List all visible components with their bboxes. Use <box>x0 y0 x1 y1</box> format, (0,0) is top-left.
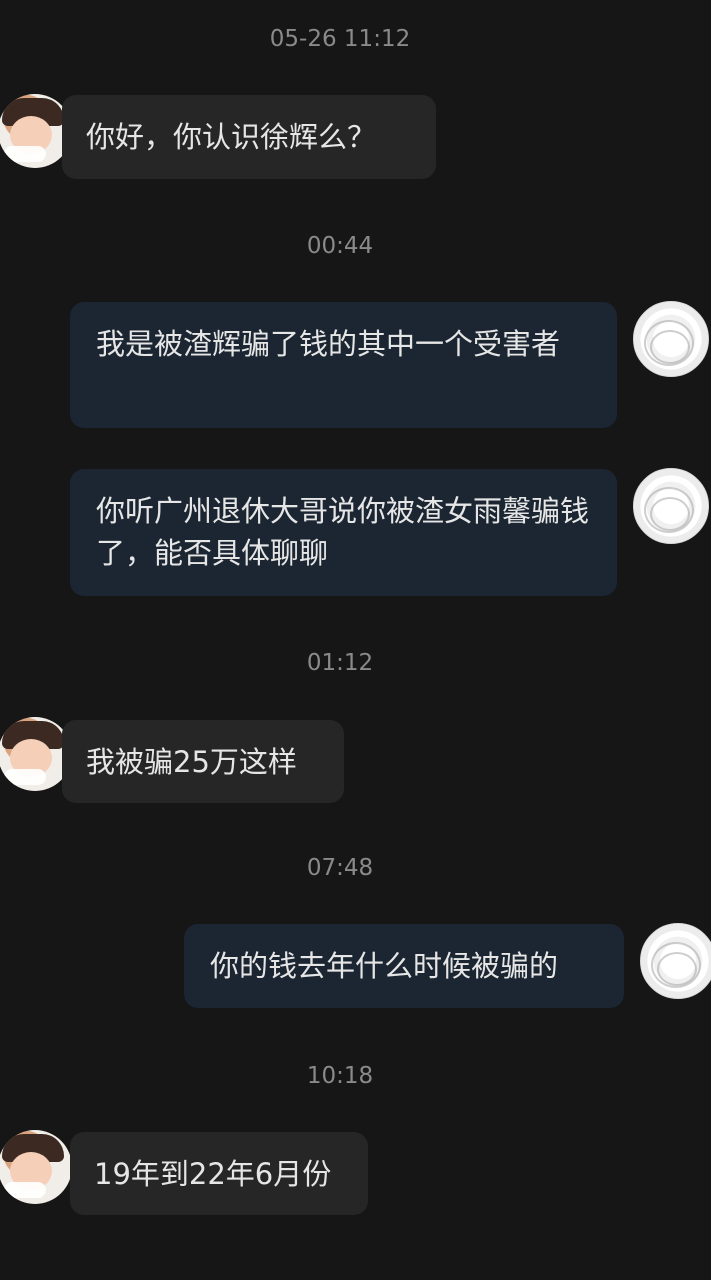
avatar[interactable] <box>633 468 709 544</box>
avatar[interactable] <box>0 1130 72 1204</box>
message-text: 19年到22年6月份 <box>94 1157 332 1191</box>
timestamp: 10:18 <box>306 1063 374 1089</box>
chat-thread[interactable]: 05-26 11:12 你好，你认识徐辉么？ 00:44 我是被渣辉骗了钱的其中… <box>0 0 711 1280</box>
message-text: 你听广州退休大哥说你被渣女雨馨骗钱了，能否具体聊聊 <box>96 494 590 570</box>
avatar-arc <box>650 497 690 531</box>
message-bubble-incoming[interactable]: 我被骗25万这样 <box>62 720 344 803</box>
message-bubble-incoming[interactable]: 19年到22年6月份 <box>70 1132 368 1215</box>
avatar[interactable] <box>633 301 709 377</box>
avatar-arc <box>650 330 690 364</box>
message-bubble-outgoing[interactable]: 你听广州退休大哥说你被渣女雨馨骗钱了，能否具体聊聊 <box>70 469 617 596</box>
message-bubble-outgoing[interactable]: 我是被渣辉骗了钱的其中一个受害者 <box>70 302 617 428</box>
avatar[interactable] <box>640 923 711 999</box>
message-text: 你的钱去年什么时候被骗的 <box>210 949 559 983</box>
avatar-badge <box>4 769 46 785</box>
message-text: 我是被渣辉骗了钱的其中一个受害者 <box>96 327 561 361</box>
message-bubble-outgoing[interactable]: 你的钱去年什么时候被骗的 <box>184 924 624 1008</box>
timestamp: 00:44 <box>306 233 374 259</box>
avatar-badge <box>4 1182 46 1198</box>
avatar-badge <box>4 146 46 162</box>
avatar-arc <box>657 952 697 986</box>
message-text: 你好，你认识徐辉么？ <box>86 120 377 154</box>
timestamp: 01:12 <box>306 650 374 676</box>
timestamp: 07:48 <box>306 855 374 881</box>
message-bubble-incoming[interactable]: 你好，你认识徐辉么？ <box>62 95 436 179</box>
timestamp: 05-26 11:12 <box>269 26 411 52</box>
message-text: 我被骗25万这样 <box>86 745 297 779</box>
